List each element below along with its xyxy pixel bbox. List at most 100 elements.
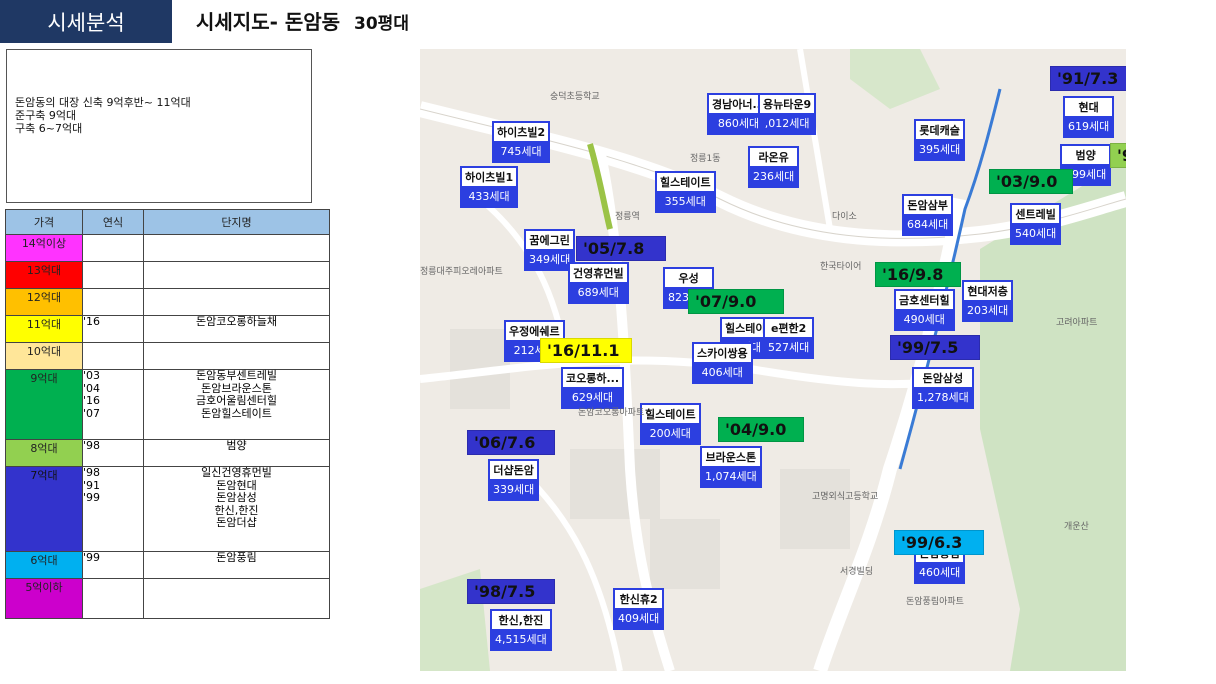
marker-households: 540세대 bbox=[1012, 223, 1060, 243]
price-tag: '99/6.3 bbox=[894, 530, 984, 555]
year-text: '98 bbox=[83, 439, 101, 452]
price-cell: 14억이상 bbox=[5, 234, 83, 262]
price-cell: 7억대 bbox=[5, 466, 83, 552]
apartment-marker[interactable]: 스카이쌍용 406세대 bbox=[692, 342, 753, 384]
apartment-marker[interactable]: e편한2 527세대 bbox=[763, 317, 815, 359]
apartment-marker[interactable]: 현대 619세대 bbox=[1063, 96, 1115, 138]
complex-cell: 범양 bbox=[143, 439, 330, 467]
year-cell bbox=[82, 578, 144, 619]
price-tag: '16/11.1 bbox=[540, 338, 632, 363]
marker-name: 돈암삼성 bbox=[922, 372, 964, 385]
price-row: 12억대 bbox=[5, 288, 330, 316]
marker-name: 하이츠빌2 bbox=[497, 126, 546, 139]
price-tag: '91/7.3 bbox=[1050, 66, 1126, 91]
map-label: 다이소 bbox=[832, 212, 857, 222]
apartment-marker[interactable]: 현대저층 203세대 bbox=[962, 280, 1014, 322]
year-text: '16 bbox=[83, 315, 101, 328]
marker-name: 용뉴타운9 bbox=[763, 98, 812, 111]
marker-households: 684세대 bbox=[904, 214, 952, 234]
marker-households: 236세대 bbox=[750, 166, 798, 186]
marker-name: 돈암삼부 bbox=[907, 199, 948, 212]
marker-households: 1,074세대 bbox=[702, 466, 760, 486]
marker-name: 센트레빌 bbox=[1015, 208, 1056, 221]
map-label: 숭덕초등학교 bbox=[550, 92, 600, 102]
complex-name: 돈암코오롱하늘채 bbox=[196, 315, 277, 328]
apartment-marker[interactable]: 브라운스톤 1,074세대 bbox=[700, 446, 762, 488]
header-complex: 단지명 bbox=[143, 209, 330, 235]
complex-cell: 돈암코오롱하늘채 bbox=[143, 315, 330, 343]
marker-name: 더샵돈암 bbox=[493, 464, 534, 477]
price-cell: 8억대 bbox=[5, 439, 83, 467]
price-tag: '98/8.0 bbox=[1110, 143, 1126, 168]
price-cell: 13억대 bbox=[5, 261, 83, 289]
marker-households: 355세대 bbox=[657, 191, 714, 211]
marker-households: 689세대 bbox=[570, 282, 627, 302]
marker-name: 현대 bbox=[1078, 101, 1099, 114]
apartment-marker[interactable]: 한신,한진 4,515세대 bbox=[490, 609, 552, 651]
map-label: 서경빌딩 bbox=[840, 567, 874, 577]
marker-name: 스카이쌍용 bbox=[697, 347, 748, 360]
price-cell: 10억대 bbox=[5, 342, 83, 370]
apartment-marker[interactable]: 한신휴2 409세대 bbox=[613, 588, 665, 630]
year-text: '16 bbox=[83, 394, 101, 407]
map-label: 돈암코오롱아파트 bbox=[578, 408, 645, 418]
price-cell: 12억대 bbox=[5, 288, 83, 316]
apartment-marker[interactable]: 하이츠빌2 745세대 bbox=[492, 121, 551, 163]
apartment-marker[interactable]: 센트레빌 540세대 bbox=[1010, 203, 1062, 245]
year-text: '99 bbox=[83, 491, 101, 504]
year-cell: '16 bbox=[82, 315, 144, 343]
marker-households: 406세대 bbox=[694, 362, 751, 382]
complex-cell bbox=[143, 261, 330, 289]
apartment-marker[interactable]: 돈암삼부 684세대 bbox=[902, 194, 954, 236]
year-cell: '03'04'16'07 bbox=[82, 369, 144, 440]
year-cell bbox=[82, 342, 144, 370]
price-map[interactable]: 하이츠빌2 745세대 하이츠빌1 433세대 경남아너... 860세대 용뉴타운9,01… bbox=[420, 49, 1126, 671]
price-tag: '07/9.0 bbox=[688, 289, 784, 314]
summary-note: 돈암동의 대장 신축 9억후반~ 11억대 준구축 9억대 구축 6~7억대 bbox=[6, 49, 312, 203]
marker-households: 460세대 bbox=[916, 562, 964, 582]
price-tag: '99/7.5 bbox=[890, 335, 980, 360]
apartment-marker[interactable]: 금호센터힐 490세대 bbox=[894, 289, 955, 331]
apartment-marker[interactable]: 돈암삼성 1,278세대 bbox=[912, 367, 974, 409]
apartment-marker[interactable]: 롯데캐슬 395세대 bbox=[914, 119, 966, 161]
header-year: 연식 bbox=[82, 209, 144, 235]
marker-name: 한신,한진 bbox=[498, 614, 544, 627]
marker-name: 금호센터힐 bbox=[899, 294, 950, 307]
marker-households: 433세대 bbox=[462, 186, 517, 206]
price-row: 6억대 '99 돈암풍림 bbox=[5, 551, 330, 579]
marker-households: 1,278세대 bbox=[914, 387, 972, 407]
apartment-marker[interactable]: 하이츠빌1 433세대 bbox=[460, 166, 519, 208]
apartment-marker[interactable]: 용뉴타운9 ,012세대 bbox=[758, 93, 817, 135]
apartment-marker[interactable]: 더샵돈암 339세대 bbox=[488, 459, 540, 501]
price-row: 9억대 '03'04'16'07 돈암동부센트레빌 돈암브라운스톤 금호어울림센터힐 돈암… bbox=[5, 369, 330, 440]
header-price: 가격 bbox=[5, 209, 83, 235]
marker-name: 꿈에그린 bbox=[529, 234, 570, 247]
marker-households: 619세대 bbox=[1065, 116, 1113, 136]
apartment-marker[interactable]: 건영휴먼빌 689세대 bbox=[568, 262, 629, 304]
marker-name: 한신휴2 bbox=[619, 593, 658, 606]
price-cell: 6억대 bbox=[5, 551, 83, 579]
apartment-marker[interactable]: 라온유 236세대 bbox=[748, 146, 800, 188]
price-row: 5억이하 bbox=[5, 578, 330, 619]
apartment-marker[interactable]: 코오롱하... 629세대 bbox=[561, 367, 625, 409]
price-tag: '05/7.8 bbox=[576, 236, 666, 261]
complex-cell bbox=[143, 342, 330, 370]
note-line: 준구축 9억대 bbox=[15, 109, 77, 122]
price-row: 13억대 bbox=[5, 261, 330, 289]
marker-households: 349세대 bbox=[526, 249, 574, 269]
price-tag: '04/9.0 bbox=[718, 417, 804, 442]
marker-households: ,012세대 bbox=[760, 113, 815, 133]
price-row: 8억대 '98 범양 bbox=[5, 439, 330, 467]
complex-name: 돈암동부센트레빌 bbox=[196, 369, 277, 382]
price-row: 10억대 bbox=[5, 342, 330, 370]
price-cell: 5억이하 bbox=[5, 578, 83, 619]
marker-households: 629세대 bbox=[563, 387, 623, 407]
note-line: 돈암동의 대장 신축 9억후반~ 11억대 bbox=[15, 96, 191, 109]
price-table: 가격 연식 단지명 14억이상 13억대 12억대 11억대 '16 돈암코오롱하늘채 10… bbox=[5, 209, 330, 619]
note-line: 구축 6~7억대 bbox=[15, 122, 83, 135]
year-cell: '99 bbox=[82, 551, 144, 579]
apartment-marker[interactable]: 힐스테이트 355세대 bbox=[655, 171, 716, 213]
marker-name: 힐스테이트 bbox=[645, 408, 696, 421]
marker-name: 건영휴먼빌 bbox=[573, 267, 624, 280]
apartment-marker[interactable]: 힐스테이트 200세대 bbox=[640, 403, 701, 445]
